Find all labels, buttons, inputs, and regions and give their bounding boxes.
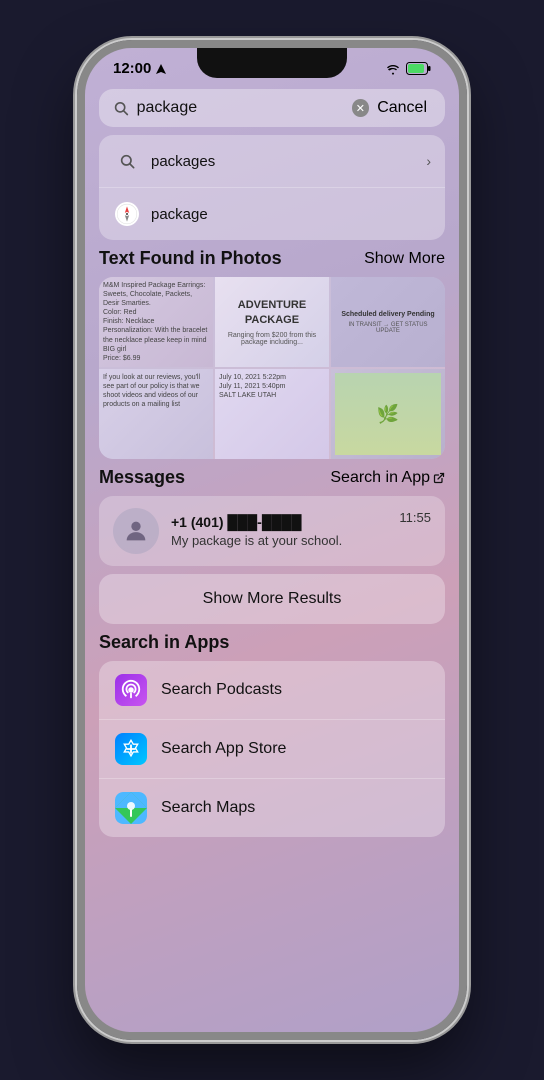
battery-icon xyxy=(406,62,431,75)
photos-section-title: Text Found in Photos xyxy=(99,248,282,269)
photo-cell-5[interactable]: July 10, 2021 5:22pmJuly 11, 2021 5:40pm… xyxy=(215,369,329,459)
suggestion-package[interactable]: package xyxy=(99,188,445,240)
search-maps-label: Search Maps xyxy=(161,799,255,817)
suggestion-package-text: package xyxy=(151,206,431,223)
appstore-icon xyxy=(115,733,147,765)
cancel-button[interactable]: Cancel xyxy=(377,99,427,117)
photos-grid: M&M Inspired Package Earrings: Sweets, C… xyxy=(99,277,445,459)
photo-6-content: 🌿 xyxy=(331,369,445,459)
suggestion-search-icon-1 xyxy=(113,147,141,175)
location-icon xyxy=(155,63,167,75)
wifi-icon xyxy=(385,63,401,75)
photos-show-more-button[interactable]: Show More xyxy=(364,250,445,268)
messages-section: Messages Search in App xyxy=(99,467,445,566)
podcasts-icon xyxy=(115,674,147,706)
notch xyxy=(197,48,347,78)
message-1-time: 11:55 xyxy=(399,508,431,525)
search-clear-button[interactable]: ✕ xyxy=(352,99,370,117)
search-apps-list: Search Podcasts Search App Store xyxy=(99,661,445,837)
search-maps-item[interactable]: Search Maps xyxy=(99,779,445,837)
photos-section: Text Found in Photos Show More M&M Inspi… xyxy=(99,248,445,459)
photo-cell-2[interactable]: ADVENTUREPACKAGE Ranging from $200 from … xyxy=(215,277,329,367)
messages-section-title: Messages xyxy=(99,467,185,488)
suggestion-packages[interactable]: packages › xyxy=(99,135,445,188)
search-in-apps-title: Search in Apps xyxy=(99,632,445,653)
message-1-sender: +1 (401) ███-████ xyxy=(171,514,387,530)
search-input[interactable] xyxy=(137,99,344,117)
show-more-results-button[interactable]: Show More Results xyxy=(99,574,445,624)
suggestion-packages-text: packages xyxy=(151,153,416,170)
phone-screen: 12:00 xyxy=(85,48,459,1032)
photo-cell-3[interactable]: Scheduled delivery Pending IN TRANSIT → … xyxy=(331,277,445,367)
messages-search-in-app-label: Search in App xyxy=(330,469,430,487)
suggestions-list: packages › package xyxy=(99,135,445,240)
search-appstore-label: Search App Store xyxy=(161,740,286,758)
photo-3-content: Scheduled delivery Pending IN TRANSIT → … xyxy=(331,277,445,367)
status-time: 12:00 xyxy=(113,60,151,77)
status-icons xyxy=(385,62,431,75)
photos-show-more-label: Show More xyxy=(364,250,445,268)
suggestion-arrow-icon: › xyxy=(426,153,431,169)
message-1-preview: My package is at your school. xyxy=(171,533,387,548)
photo-cell-6[interactable]: 🌿 xyxy=(331,369,445,459)
phone-frame: 12:00 xyxy=(77,40,467,1040)
messages-list: +1 (401) ███-████ My package is at your … xyxy=(99,496,445,566)
maps-icon xyxy=(115,792,147,824)
search-appstore-item[interactable]: Search App Store xyxy=(99,720,445,779)
message-1-content: +1 (401) ███-████ My package is at your … xyxy=(171,514,387,548)
photo-5-content: July 10, 2021 5:22pmJuly 11, 2021 5:40pm… xyxy=(215,369,329,404)
photo-cell-4[interactable]: If you look at our reviews, you'll see p… xyxy=(99,369,213,459)
search-podcasts-label: Search Podcasts xyxy=(161,681,282,699)
suggestion-safari-icon xyxy=(113,200,141,228)
external-link-icon xyxy=(433,472,445,484)
avatar-1 xyxy=(113,508,159,554)
photos-section-header: Text Found in Photos Show More xyxy=(99,248,445,269)
search-in-apps-section: Search in Apps Search Podcasts xyxy=(99,632,445,837)
search-podcasts-item[interactable]: Search Podcasts xyxy=(99,661,445,720)
search-bar[interactable]: ✕ Cancel xyxy=(99,89,445,127)
search-icon xyxy=(113,100,129,116)
message-item-1[interactable]: +1 (401) ███-████ My package is at your … xyxy=(99,496,445,566)
show-more-results-label: Show More Results xyxy=(203,590,342,607)
photo-2-content: ADVENTUREPACKAGE Ranging from $200 from … xyxy=(215,277,329,367)
photo-4-content: If you look at our reviews, you'll see p… xyxy=(99,369,213,413)
photo-1-content: M&M Inspired Package Earrings: Sweets, C… xyxy=(99,277,213,367)
photo-cell-1[interactable]: M&M Inspired Package Earrings: Sweets, C… xyxy=(99,277,213,367)
messages-search-in-app-button[interactable]: Search in App xyxy=(330,469,445,487)
messages-section-header: Messages Search in App xyxy=(99,467,445,488)
